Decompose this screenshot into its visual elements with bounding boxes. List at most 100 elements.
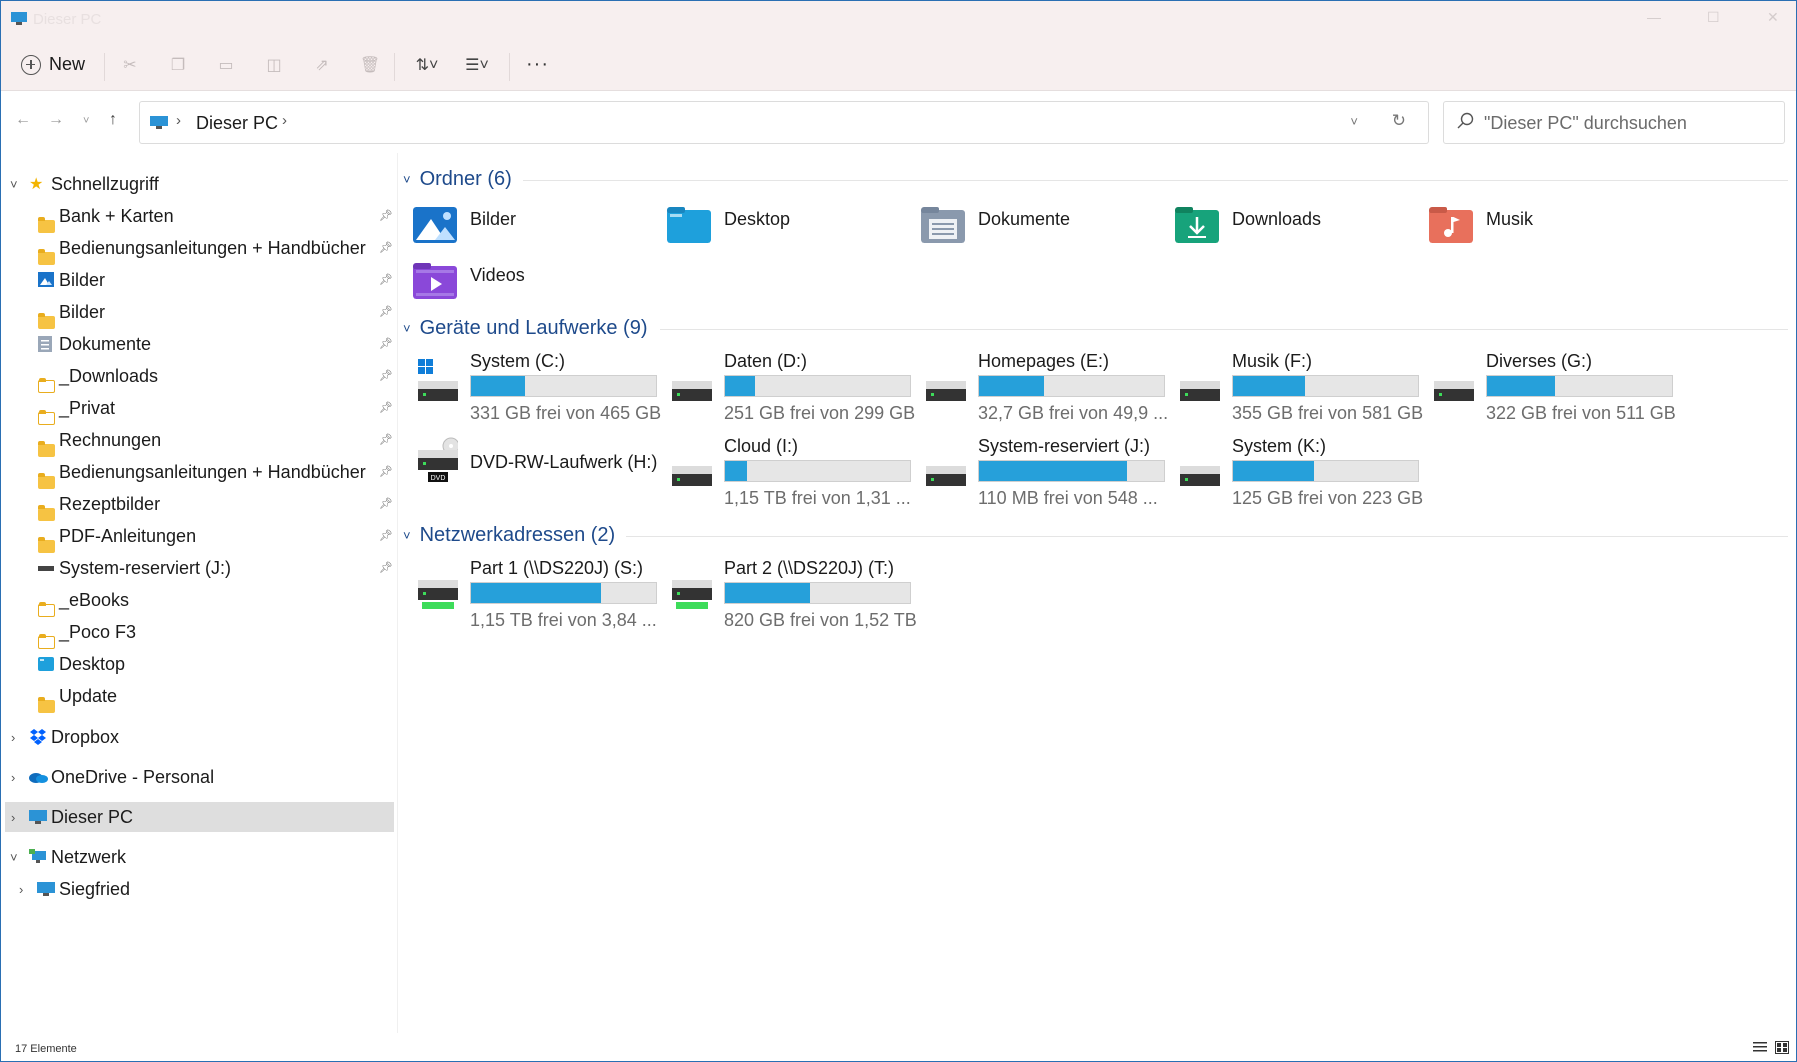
sidebar-item[interactable]: Bedienungsanleitungen + Handbücher 📌︎ [1,457,396,489]
sidebar-item[interactable]: System-reserviert (J:) 📌︎ [1,553,396,583]
details-view-icon[interactable] [1753,1041,1767,1054]
drive-tile[interactable]: Homepages (E:) 32,7 GB frei von 49,9 ... [906,351,1168,431]
up-arrow-icon[interactable]: ↑ [109,111,117,129]
drive-tile[interactable]: DVD DVD-RW-Laufwerk (H:) [398,436,657,516]
sidebar-item-label: Bedienungsanleitungen + Handbücher [59,461,366,482]
chevron-right-icon[interactable]: › [11,810,15,825]
close-button[interactable]: ✕ [1767,9,1779,26]
chevron-down-icon[interactable]: ˅ [403,172,411,187]
sidebar-item-dropbox[interactable]: › Dropbox [1,722,396,752]
forward-arrow-icon[interactable]: → [48,111,64,129]
sidebar-item[interactable]: Bilder 📌︎ [1,265,396,295]
chevron-down-icon[interactable]: ˅ [10,177,18,192]
chevron-right-icon[interactable]: › [11,730,15,745]
group-header-network[interactable]: ˅ Netzwerkadressen (2) [403,524,615,547]
sidebar-quick-access[interactable]: ˅ ★ Schnellzugriff [1,169,396,199]
copy-icon[interactable]: ❐ [167,55,189,77]
pin-icon[interactable]: 📌︎ [379,465,393,478]
new-button[interactable]: New [21,54,85,75]
sidebar-item[interactable]: Rechnungen 📌︎ [1,425,396,457]
folder-tile[interactable]: Downloads [1160,205,1400,253]
documents-icon [38,336,52,352]
address-bar[interactable]: › Dieser PC › ˅ ↻ [139,101,1429,144]
pin-icon[interactable]: 📌︎ [379,241,393,254]
back-arrow-icon[interactable]: ← [15,111,31,129]
pin-icon[interactable]: 📌︎ [379,305,393,318]
drive-tile[interactable]: Daten (D:) 251 GB frei von 299 GB [652,351,915,431]
rename-icon[interactable]: ◫ [263,55,285,77]
sidebar-item[interactable]: Update [1,681,396,713]
more-options-icon[interactable]: ··· [526,53,549,76]
network-drive-tile[interactable]: Part 2 (\\DS220J) (T:) 820 GB frei von 1,… [652,558,917,638]
drive-tile[interactable]: Diverses (G:) 322 GB frei von 511 GB [1414,351,1676,431]
item-count: 17 Elemente [15,1043,77,1055]
tiles-view-icon[interactable] [1775,1041,1789,1054]
maximize-button[interactable]: ☐ [1707,9,1720,26]
pin-icon[interactable]: 📌︎ [379,369,393,382]
delete-icon[interactable]: 🗑︎ [359,55,381,77]
sidebar-item[interactable]: _Poco F3 [1,617,396,649]
minimize-button[interactable]: — [1647,9,1661,25]
drive-tile[interactable]: Musik (F:) 355 GB frei von 581 GB [1160,351,1423,431]
chevron-right-icon[interactable]: › [11,770,15,785]
pin-icon[interactable]: 📌︎ [379,337,393,350]
chevron-right-icon[interactable]: › [19,882,23,897]
drive-usage-fill [1233,461,1315,481]
command-bar: New ✂ ❐ ▭ ◫ ⇗ 🗑︎ ⇅˅ ☰˅ ··· [1,41,1796,91]
sidebar-item[interactable]: _Downloads 📌︎ [1,361,396,393]
share-icon[interactable]: ⇗ [311,55,333,77]
pin-icon[interactable]: 📌︎ [379,401,393,414]
sidebar-item[interactable]: Dokumente 📌︎ [1,329,396,359]
sidebar-item-network[interactable]: ˅ Netzwerk [1,842,396,872]
drive-tile[interactable]: System-reserviert (J:) 110 MB frei von 54… [906,436,1165,516]
sidebar-item-siegfried[interactable]: › Siegfried [1,874,396,904]
pin-icon[interactable]: 📌︎ [379,529,393,542]
recent-locations-icon[interactable]: ˅ [83,115,89,127]
pin-icon[interactable]: 📌︎ [379,273,393,286]
group-title: Geräte und Laufwerke (9) [419,317,648,339]
breadcrumb-chevron-icon[interactable]: › [282,112,287,129]
address-dropdown-icon[interactable]: ˅ [1350,114,1358,129]
breadcrumb-chevron-icon[interactable]: › [176,112,181,129]
sidebar-item[interactable]: Desktop [1,649,396,679]
pin-icon[interactable]: 📌︎ [379,209,393,222]
chevron-down-icon[interactable]: ˅ [10,850,18,865]
sidebar-item[interactable]: Bank + Karten 📌︎ [1,201,396,233]
sidebar-item[interactable]: _Privat 📌︎ [1,393,396,425]
chevron-down-icon[interactable]: ˅ [403,528,411,543]
network-drive-icon [418,580,458,609]
drive-usage-fill [979,461,1127,481]
sidebar-item[interactable]: Bilder 📌︎ [1,297,396,329]
pin-icon[interactable]: 📌︎ [379,497,393,510]
folder-tile[interactable]: Videos [398,261,638,309]
view-icon[interactable]: ☰˅ [459,55,495,77]
sidebar-item[interactable]: _eBooks [1,585,396,617]
cut-icon[interactable]: ✂ [119,55,141,77]
sidebar-item[interactable]: PDF-Anleitungen 📌︎ [1,521,396,553]
folder-tile[interactable]: Desktop [652,205,892,253]
folder-tile[interactable]: Bilder [398,205,638,253]
group-header-drives[interactable]: ˅ Geräte und Laufwerke (9) [403,317,648,340]
drive-tile[interactable]: System (K:) 125 GB frei von 223 GB [1160,436,1423,516]
refresh-icon[interactable]: ↻ [1392,111,1406,131]
chevron-down-icon[interactable]: ˅ [403,321,411,336]
search-input[interactable] [1484,110,1774,136]
drive-free-space: 251 GB frei von 299 GB [724,403,916,423]
folder-tile[interactable]: Dokumente [906,205,1146,253]
sort-icon[interactable]: ⇅˅ [409,55,445,77]
network-drive-tile[interactable]: Part 1 (\\DS220J) (S:) 1,15 TB frei von 3… [398,558,657,638]
sidebar-item-this-pc[interactable]: › Dieser PC [5,802,394,832]
pin-icon[interactable]: 📌︎ [379,561,393,574]
folder-tile[interactable]: Musik [1414,205,1654,253]
breadcrumb-this-pc[interactable]: Dieser PC [196,113,278,134]
drive-tile[interactable]: System (C:) 331 GB frei von 465 GB [398,351,661,431]
drive-name: DVD-RW-Laufwerk (H:) [470,452,658,472]
search-box[interactable] [1443,101,1785,144]
pin-icon[interactable]: 📌︎ [379,433,393,446]
drive-tile[interactable]: Cloud (I:) 1,15 TB frei von 1,31 ... [652,436,911,516]
sidebar-item[interactable]: Bedienungsanleitungen + Handbücher 📌︎ [1,233,396,265]
sidebar-item-onedrive[interactable]: › OneDrive - Personal [1,762,396,792]
paste-icon[interactable]: ▭ [215,55,237,77]
group-header-folders[interactable]: ˅ Ordner (6) [403,168,512,191]
sidebar-item[interactable]: Rezeptbilder 📌︎ [1,489,396,521]
